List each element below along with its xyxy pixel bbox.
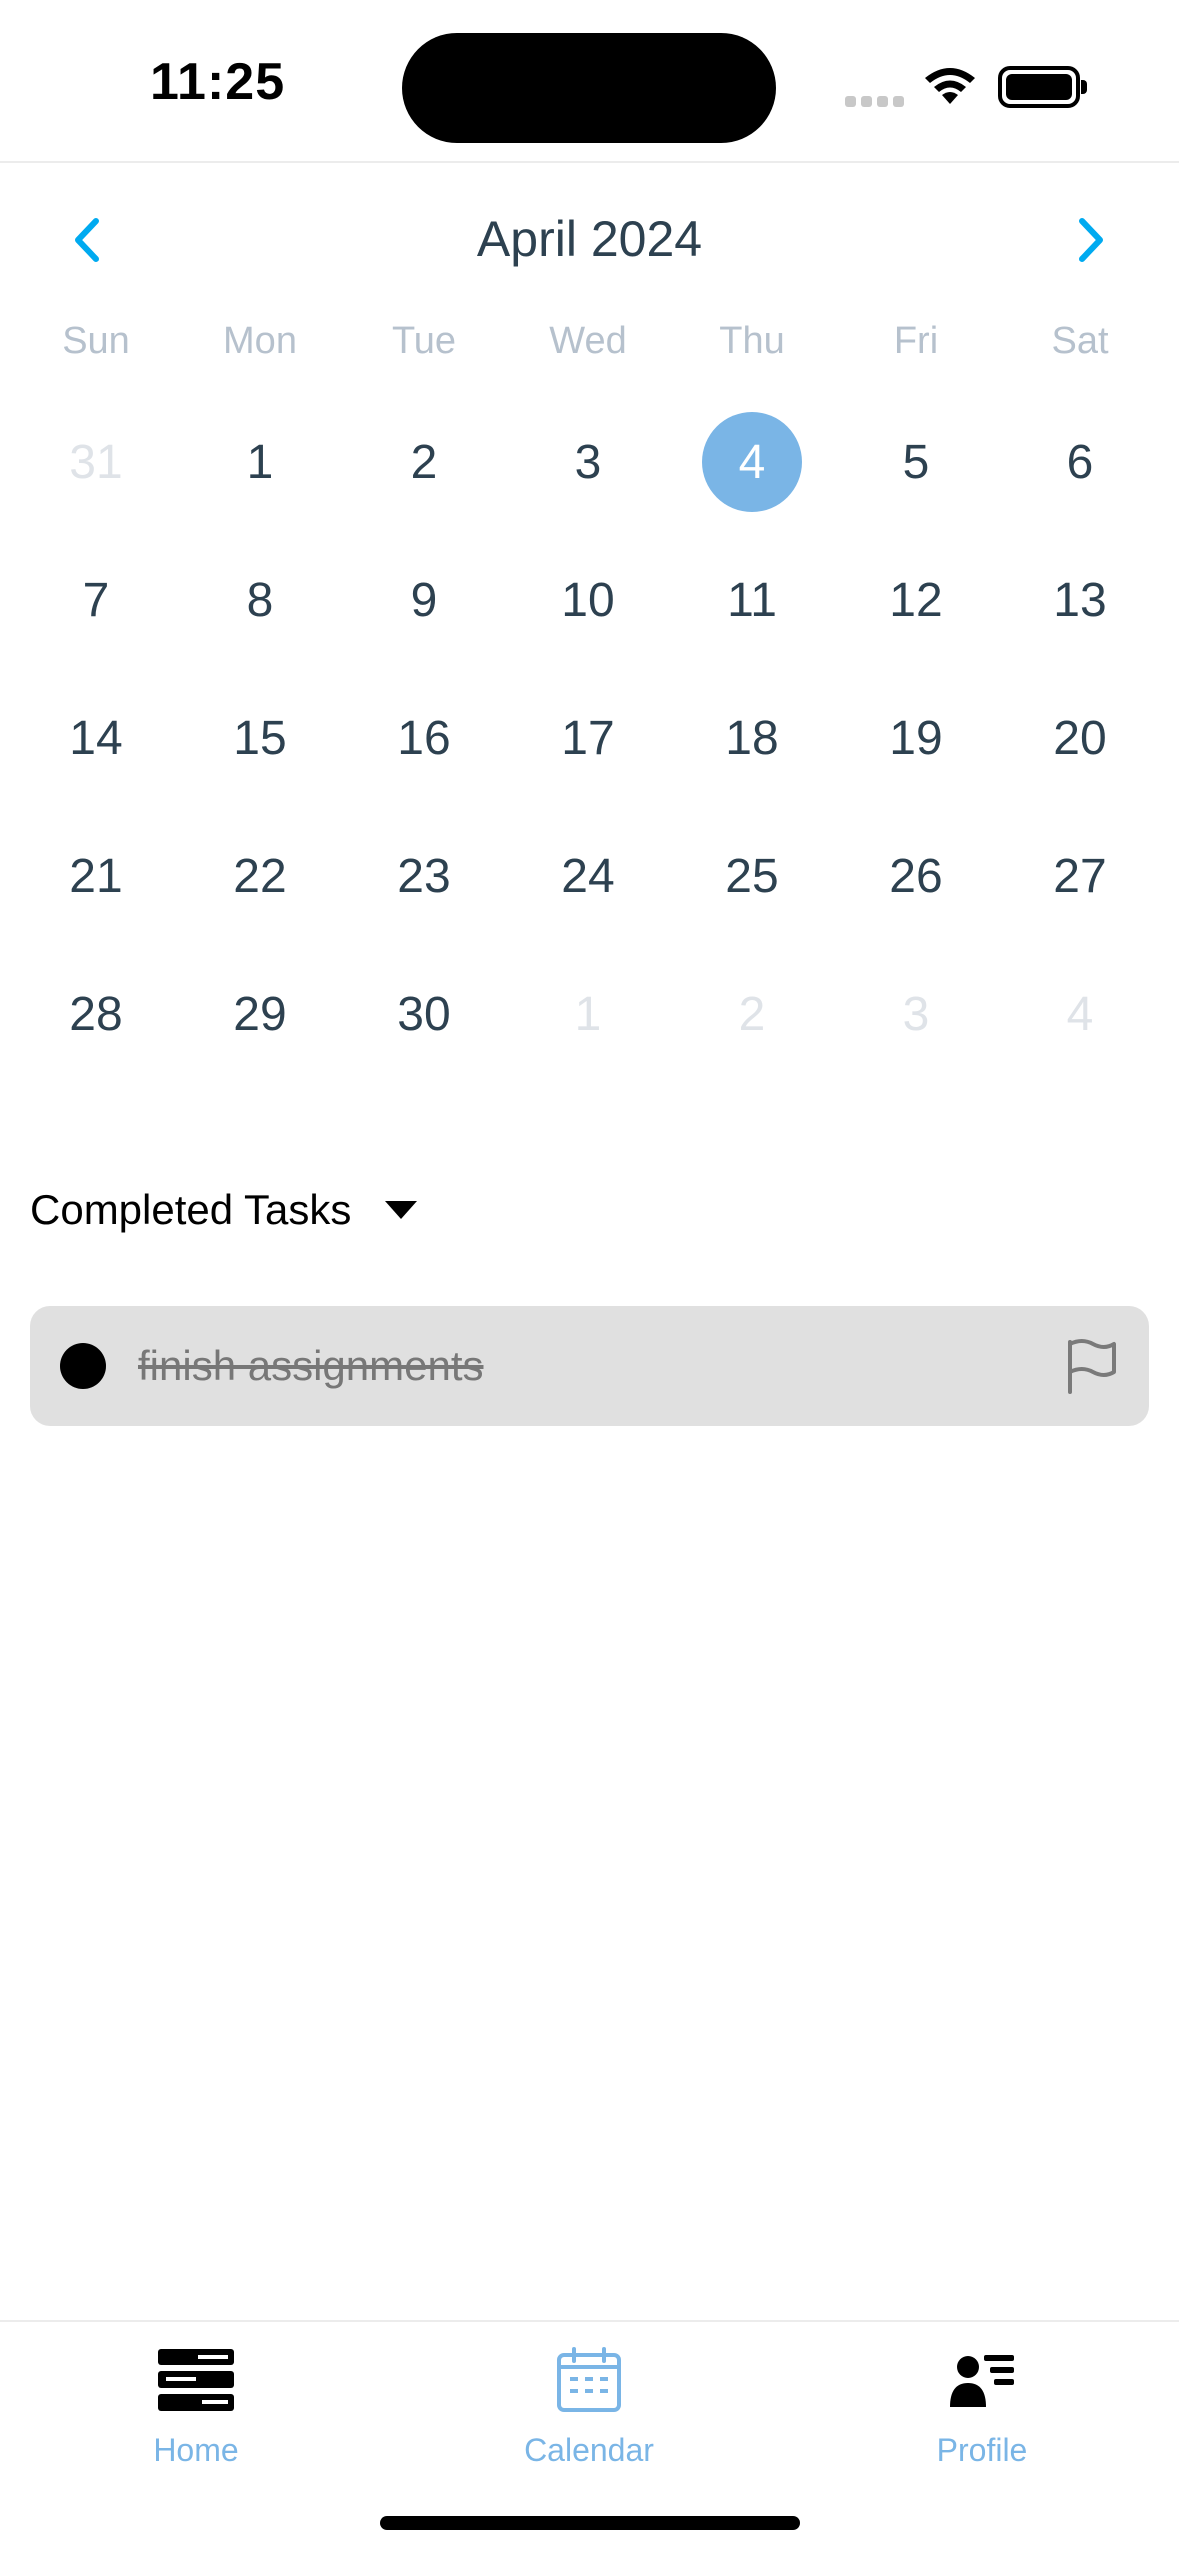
calendar-day[interactable]: 29 bbox=[210, 964, 310, 1064]
calendar-day[interactable]: 21 bbox=[46, 826, 146, 926]
calendar-day-selected[interactable]: 4 bbox=[702, 412, 802, 512]
calendar-day[interactable]: 24 bbox=[538, 826, 638, 926]
home-icon bbox=[66, 2340, 326, 2420]
calendar-icon bbox=[459, 2340, 719, 2420]
tab-calendar[interactable]: Calendar bbox=[459, 2322, 719, 2482]
calendar-day[interactable]: 23 bbox=[374, 826, 474, 926]
profile-icon bbox=[852, 2340, 1112, 2420]
home-indicator bbox=[380, 2516, 800, 2530]
calendar-day[interactable]: 17 bbox=[538, 688, 638, 788]
calendar-day[interactable]: 16 bbox=[374, 688, 474, 788]
calendar-day[interactable]: 22 bbox=[210, 826, 310, 926]
tab-calendar-label: Calendar bbox=[524, 2432, 654, 2468]
task-title: finish assignments bbox=[138, 1342, 484, 1389]
calendar-day[interactable]: 10 bbox=[538, 550, 638, 650]
calendar-day[interactable]: 31 bbox=[46, 412, 146, 512]
calendar-day[interactable]: 27 bbox=[1030, 826, 1130, 926]
task-complete-toggle[interactable] bbox=[60, 1343, 106, 1389]
tab-home[interactable]: Home bbox=[66, 2322, 326, 2482]
calendar-day[interactable]: 8 bbox=[210, 550, 310, 650]
calendar-grid: 31 1 2 3 4 5 6 7 8 9 10 11 12 13 14 15 1… bbox=[0, 0, 1179, 1100]
calendar-day[interactable]: 12 bbox=[866, 550, 966, 650]
tab-profile-label: Profile bbox=[936, 2432, 1028, 2468]
flag-icon[interactable] bbox=[1060, 1336, 1120, 1396]
calendar-day[interactable]: 11 bbox=[702, 550, 802, 650]
task-item[interactable]: finish assignments bbox=[30, 1306, 1149, 1426]
calendar-day[interactable]: 3 bbox=[538, 412, 638, 512]
calendar-day[interactable]: 1 bbox=[210, 412, 310, 512]
calendar-day[interactable]: 6 bbox=[1030, 412, 1130, 512]
calendar-day[interactable]: 19 bbox=[866, 688, 966, 788]
calendar-day[interactable]: 3 bbox=[866, 964, 966, 1064]
calendar-day[interactable]: 28 bbox=[46, 964, 146, 1064]
completed-tasks-title: Completed Tasks bbox=[30, 1186, 352, 1233]
calendar-day[interactable]: 1 bbox=[538, 964, 638, 1064]
calendar-day[interactable]: 7 bbox=[46, 550, 146, 650]
completed-tasks-toggle[interactable]: Completed Tasks bbox=[30, 1180, 418, 1240]
calendar-day[interactable]: 15 bbox=[210, 688, 310, 788]
calendar-day[interactable]: 2 bbox=[374, 412, 474, 512]
calendar-day[interactable]: 26 bbox=[866, 826, 966, 926]
tab-profile[interactable]: Profile bbox=[852, 2322, 1112, 2482]
calendar-day[interactable]: 18 bbox=[702, 688, 802, 788]
calendar-day[interactable]: 4 bbox=[1030, 964, 1130, 1064]
calendar-day[interactable]: 14 bbox=[46, 688, 146, 788]
calendar-day[interactable]: 5 bbox=[866, 412, 966, 512]
calendar-day[interactable]: 9 bbox=[374, 550, 474, 650]
calendar-day[interactable]: 25 bbox=[702, 826, 802, 926]
calendar-day[interactable]: 13 bbox=[1030, 550, 1130, 650]
calendar-day[interactable]: 2 bbox=[702, 964, 802, 1064]
caret-down-icon bbox=[385, 1201, 418, 1219]
calendar-day[interactable]: 30 bbox=[374, 964, 474, 1064]
calendar-day[interactable]: 20 bbox=[1030, 688, 1130, 788]
tab-home-label: Home bbox=[153, 2432, 239, 2468]
